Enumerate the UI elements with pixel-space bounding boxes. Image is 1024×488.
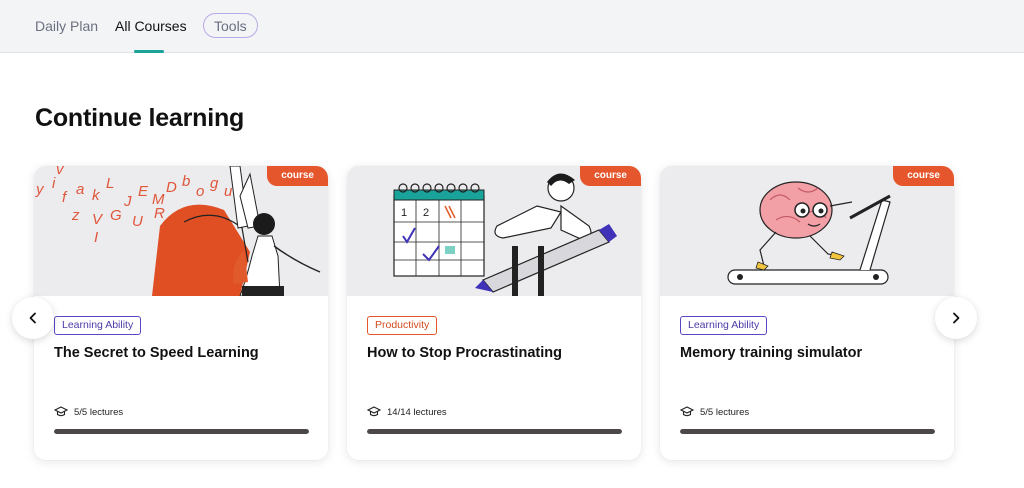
lectures-label: 14/14 lectures bbox=[387, 406, 447, 418]
svg-text:z: z bbox=[71, 207, 80, 224]
course-type-badge: course bbox=[893, 166, 954, 186]
svg-text:2: 2 bbox=[423, 207, 429, 219]
svg-text:J: J bbox=[123, 193, 132, 210]
svg-text:y: y bbox=[35, 181, 45, 198]
course-title: The Secret to Speed Learning bbox=[54, 345, 259, 361]
progress-fill bbox=[680, 429, 935, 434]
course-progress-bar bbox=[367, 429, 622, 434]
svg-text:b: b bbox=[182, 173, 190, 190]
svg-text:G: G bbox=[110, 207, 122, 224]
active-tab-indicator bbox=[134, 50, 164, 53]
carousel-prev-button[interactable] bbox=[12, 297, 54, 339]
svg-text:R: R bbox=[154, 205, 165, 222]
top-nav-bar: Daily Plan All Courses Tools bbox=[0, 0, 1024, 53]
course-title: Memory training simulator bbox=[680, 345, 863, 361]
svg-text:f: f bbox=[62, 189, 68, 206]
svg-text:V: V bbox=[92, 211, 104, 228]
category-tag: Learning Ability bbox=[680, 316, 768, 335]
svg-text:a: a bbox=[76, 181, 84, 198]
tab-tools[interactable]: Tools bbox=[203, 13, 258, 38]
chevron-left-icon bbox=[29, 312, 36, 324]
progress-fill bbox=[54, 429, 309, 434]
category-tag: Learning Ability bbox=[54, 316, 142, 335]
lectures-count: 5/5 lectures bbox=[54, 405, 123, 419]
course-card-memory-simulator[interactable]: course Learning Ability Memory training … bbox=[660, 166, 954, 460]
category-tag: Productivity bbox=[367, 316, 438, 335]
svg-text:k: k bbox=[92, 187, 101, 204]
lectures-count: 5/5 lectures bbox=[680, 405, 749, 419]
progress-fill bbox=[367, 429, 622, 434]
chevron-right-icon bbox=[953, 312, 960, 324]
course-progress-bar bbox=[680, 429, 935, 434]
svg-text:o: o bbox=[196, 183, 204, 200]
svg-text:D: D bbox=[166, 179, 177, 196]
svg-text:I: I bbox=[94, 229, 98, 246]
carousel-next-button[interactable] bbox=[935, 297, 977, 339]
svg-text:E: E bbox=[138, 183, 149, 200]
svg-text:U: U bbox=[132, 213, 143, 230]
lectures-label: 5/5 lectures bbox=[700, 406, 750, 418]
tab-daily-plan[interactable]: Daily Plan bbox=[35, 17, 98, 35]
graduation-cap-icon bbox=[54, 406, 68, 417]
svg-text:L: L bbox=[106, 175, 114, 192]
tab-all-courses[interactable]: All Courses bbox=[115, 17, 187, 35]
course-type-badge: course bbox=[267, 166, 328, 186]
svg-text:v: v bbox=[56, 166, 65, 178]
course-card-speed-learning[interactable]: yif akL zVJ EMD IGU Rbo gvu course Learn… bbox=[34, 166, 328, 460]
graduation-cap-icon bbox=[367, 406, 381, 417]
svg-text:u: u bbox=[224, 183, 233, 200]
graduation-cap-icon bbox=[680, 406, 694, 417]
svg-text:g: g bbox=[210, 175, 219, 192]
section-title: Continue learning bbox=[35, 104, 245, 132]
lectures-count: 14/14 lectures bbox=[367, 405, 447, 419]
course-progress-bar bbox=[54, 429, 309, 434]
course-title: How to Stop Procrastinating bbox=[367, 345, 562, 361]
lectures-label: 5/5 lectures bbox=[74, 406, 124, 418]
course-card-procrastinating[interactable]: 1 2 course Productivity How to Stop Procr… bbox=[347, 166, 641, 460]
course-type-badge: course bbox=[580, 166, 641, 186]
svg-text:1: 1 bbox=[401, 207, 407, 219]
